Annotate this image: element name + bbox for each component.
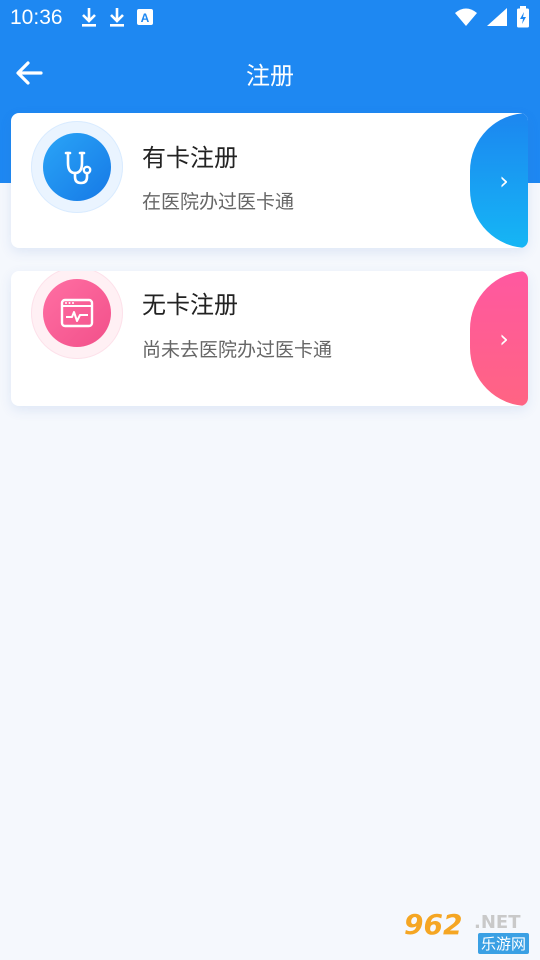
card-subtitle: 尚未去医院办过医卡通 <box>142 339 333 361</box>
app-bar: 注册 <box>0 36 540 108</box>
card-title: 有卡注册 <box>142 144 238 172</box>
download-icon <box>108 6 126 32</box>
status-time: 10:36 <box>10 6 63 29</box>
status-bar: 10:36 A <box>0 0 540 36</box>
signal-icon <box>486 7 508 31</box>
card-icon-ring <box>31 271 123 359</box>
page-title: 注册 <box>246 62 294 90</box>
card-icon-ring <box>31 121 123 213</box>
status-system-icons <box>454 6 530 32</box>
status-notifications: A <box>80 6 154 32</box>
battery-icon <box>516 6 530 32</box>
heartbeat-monitor-icon <box>60 298 94 328</box>
card-icon-core <box>43 279 111 347</box>
card-arrow-tab[interactable]: › <box>470 113 528 248</box>
watermark-domain: .NET <box>474 912 521 933</box>
card-with-card-registration[interactable]: 有卡注册 在医院办过医卡通 › <box>11 113 528 248</box>
card-title: 无卡注册 <box>142 291 238 319</box>
watermark-number: 962 <box>404 908 463 941</box>
chevron-right-icon: › <box>499 324 509 353</box>
watermark-logo: 962 .NET 乐游网 <box>404 908 534 954</box>
card-arrow-tab[interactable]: › <box>470 271 528 406</box>
chevron-right-icon: › <box>499 166 509 195</box>
card-icon-core <box>43 133 111 201</box>
svg-text:A: A <box>141 11 150 25</box>
card-subtitle: 在医院办过医卡通 <box>142 191 295 213</box>
watermark-text: 乐游网 <box>478 933 530 954</box>
wifi-icon <box>454 7 478 31</box>
card-without-card-registration[interactable]: 无卡注册 尚未去医院办过医卡通 › <box>11 271 528 406</box>
a-icon: A <box>136 8 154 30</box>
download-icon <box>80 6 98 32</box>
stethoscope-icon <box>64 151 92 185</box>
